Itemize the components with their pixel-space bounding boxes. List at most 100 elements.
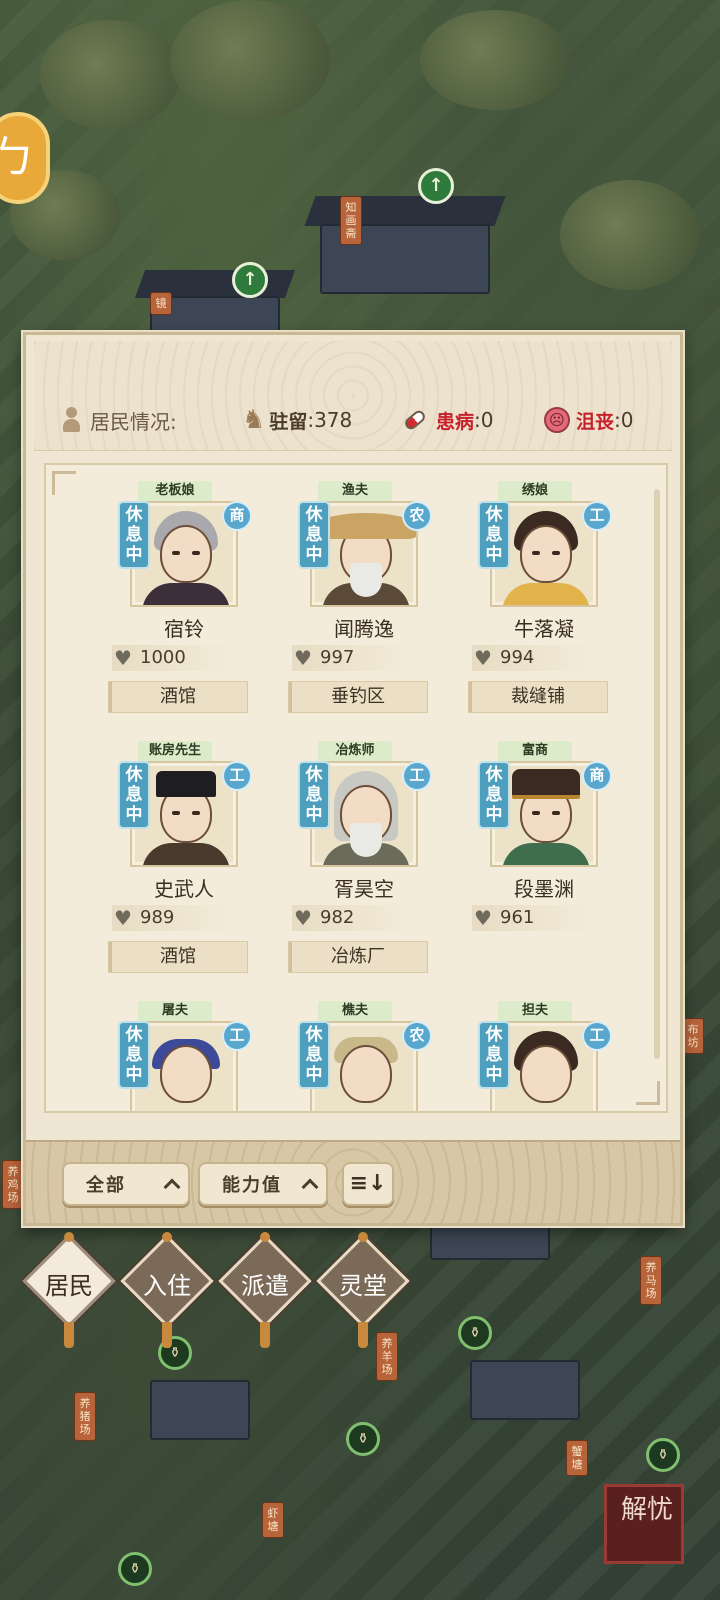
muscle-icon: ♥: [294, 646, 312, 670]
resident-card[interactable]: 绣娘 休息中 工 牛落凝 ♥ 994 裁缝铺: [464, 481, 624, 731]
ability-value: 997: [320, 647, 355, 668]
trade-type-badge: 农: [404, 1023, 430, 1049]
nav-knot: [64, 1232, 74, 1242]
muscle-icon: ♥: [114, 906, 132, 930]
resident-card[interactable]: 富商 休息中 商 段墨渊 ♥ 961: [464, 741, 624, 991]
portrait-eye: [192, 551, 200, 555]
resident-name: 段墨渊: [514, 877, 574, 901]
nav-residents[interactable]: 居民: [22, 1232, 116, 1348]
pill-icon: [402, 408, 428, 432]
list-scrollbar[interactable]: [654, 489, 660, 1059]
stay-value: :378: [307, 408, 353, 432]
portrait-body: [502, 583, 590, 605]
residents-panel: 居民情况: ♞ 驻留 :378 患病 :0 ☹ 沮丧 :0 老板娘 休息中 商 …: [23, 332, 683, 1226]
nav-label: 居民: [45, 1272, 93, 1300]
resident-card[interactable]: 樵夫 休息中 农: [284, 1001, 444, 1111]
resting-status-badge: 休息中: [120, 763, 148, 827]
nav-dispatch[interactable]: 派遣: [218, 1232, 312, 1348]
job-title: 老板娘: [138, 481, 212, 501]
resident-list[interactable]: 老板娘 休息中 商 宿铃 ♥ 1000 酒馆 渔夫 休息中 农 闻腾逸 ♥ 99…: [44, 463, 668, 1113]
jieyou-seal-button[interactable]: 解忧: [604, 1484, 684, 1564]
resting-status-badge: 休息中: [480, 763, 508, 827]
map-sign-horse-farm[interactable]: 养马场: [640, 1256, 662, 1305]
chevron-up-icon: [163, 1178, 181, 1196]
muscle-icon: ♥: [294, 906, 312, 930]
nav-knot: [358, 1232, 368, 1242]
sort-key-label: 能力值: [222, 1175, 282, 1196]
depressed-label: 沮丧: [576, 410, 615, 433]
harvest-jar-icon[interactable]: ⚱: [346, 1422, 380, 1456]
building[interactable]: [470, 1360, 580, 1420]
nav-knot: [260, 1232, 270, 1242]
nav-memorial-hall[interactable]: 灵堂: [316, 1232, 410, 1348]
workplace-button[interactable]: 酒馆: [108, 681, 248, 713]
filter-bar: 全部 能力值 ≡↓: [26, 1140, 680, 1223]
tree: [170, 0, 330, 120]
map-sign-bufang[interactable]: 布坊: [682, 1018, 704, 1054]
map-sign-jing[interactable]: 镜: [150, 292, 172, 315]
resident-card[interactable]: 担夫 休息中 工: [464, 1001, 624, 1111]
nav-move-in[interactable]: 入住: [120, 1232, 214, 1348]
horse-icon: ♞: [242, 405, 266, 435]
side-menu-coin-button[interactable]: ㄅ: [0, 112, 50, 204]
trade-type-badge: 工: [224, 763, 250, 789]
resident-card[interactable]: 渔夫 休息中 农 闻腾逸 ♥ 997 垂钓区: [284, 481, 444, 731]
portrait-face: [340, 1045, 392, 1103]
portrait-eye: [552, 811, 560, 815]
nav-knot: [162, 1232, 172, 1242]
resting-status-badge: 休息中: [120, 503, 148, 567]
upgrade-arrow-icon[interactable]: ↑: [232, 262, 268, 298]
residents-status: 居民情况:: [62, 403, 177, 437]
map-sign-pig-farm[interactable]: 养猪场: [74, 1392, 96, 1441]
ability-bar: ♥ 997: [292, 645, 416, 671]
resident-card[interactable]: 冶炼师 休息中 工 胥昊空 ♥ 982 冶炼厂: [284, 741, 444, 991]
resident-name: 牛落凝: [514, 617, 574, 641]
harvest-jar-icon[interactable]: ⚱: [118, 1552, 152, 1586]
workplace-button[interactable]: 裁缝铺: [468, 681, 608, 713]
job-title: 绣娘: [498, 481, 572, 501]
map-sign-zhihuazhai[interactable]: 知画斋: [340, 196, 362, 245]
map-sign-sheep-farm[interactable]: 养羊场: [376, 1332, 398, 1381]
resident-name: 闻腾逸: [334, 617, 394, 641]
nav-label: 灵堂: [339, 1272, 387, 1300]
portrait-body: [142, 843, 230, 865]
portrait-eye: [172, 551, 180, 555]
harvest-jar-icon[interactable]: ⚱: [458, 1316, 492, 1350]
building-roof: [304, 196, 506, 226]
map-sign-shrimp-pond[interactable]: 虾塘: [262, 1502, 284, 1538]
ability-value: 994: [500, 647, 535, 668]
trade-type-badge: 农: [404, 503, 430, 529]
depressed-value: :0: [614, 408, 634, 432]
upgrade-arrow-icon[interactable]: ↑: [418, 168, 454, 204]
harvest-jar-icon[interactable]: ⚱: [646, 1438, 680, 1472]
workplace-button[interactable]: 冶炼厂: [288, 941, 428, 973]
resting-status-badge: 休息中: [120, 1023, 148, 1087]
resting-status-badge: 休息中: [300, 503, 328, 567]
building[interactable]: [150, 1380, 250, 1440]
trade-type-badge: 商: [584, 763, 610, 789]
nav-tassel: [64, 1322, 74, 1348]
ability-bar: ♥ 989: [112, 905, 236, 931]
map-sign-crab-pond[interactable]: 蟹塘: [566, 1440, 588, 1476]
resting-status-badge: 休息中: [480, 1023, 508, 1087]
portrait-beard: [350, 823, 382, 857]
resident-card[interactable]: 账房先生 休息中 工 史武人 ♥ 989 酒馆: [104, 741, 264, 991]
residents-summary-header: 居民情况: ♞ 驻留 :378 患病 :0 ☹ 沮丧 :0: [34, 341, 672, 451]
resident-name: 宿铃: [164, 617, 204, 641]
portrait-hat: [316, 513, 416, 539]
nav-tassel: [358, 1322, 368, 1348]
nav-tassel: [260, 1322, 270, 1348]
resident-card[interactable]: 老板娘 休息中 商 宿铃 ♥ 1000 酒馆: [104, 481, 264, 731]
workplace-button[interactable]: 垂钓区: [288, 681, 428, 713]
job-title: 樵夫: [318, 1001, 392, 1021]
sort-key-dropdown[interactable]: 能力值: [198, 1162, 328, 1206]
map-sign-chicken-farm[interactable]: 养鸡场: [2, 1160, 24, 1209]
workplace-button[interactable]: 酒馆: [108, 941, 248, 973]
category-filter-dropdown[interactable]: 全部: [62, 1162, 190, 1206]
muscle-icon: ♥: [474, 646, 492, 670]
sort-order-button[interactable]: ≡↓: [342, 1162, 394, 1206]
resident-name: 胥昊空: [334, 877, 394, 901]
sad-face-icon: ☹: [544, 407, 570, 433]
resident-card[interactable]: 屠夫 休息中 工: [104, 1001, 264, 1111]
portrait-hat: [512, 769, 580, 799]
